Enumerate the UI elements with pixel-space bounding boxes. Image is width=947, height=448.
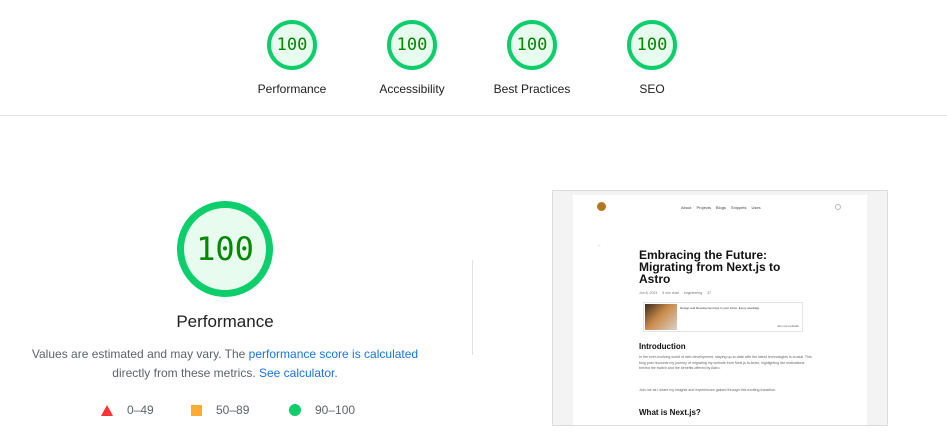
gauge-label: SEO [639,82,665,96]
avatar [597,202,606,211]
gauge-ring: 100 [387,20,437,70]
legend-fail: 0–49 [101,403,154,417]
meta-views: 37 [707,291,712,295]
performance-score-gauge: 100 [177,201,273,297]
gauge-ring: 100 [627,20,677,70]
final-screenshot[interactable]: About Projects Blogs Snippets Uses ← Emb… [552,190,888,426]
category-summary-bar: 100 Performance 100 Accessibility 100 Be… [0,0,947,116]
article-meta: Jun 8, 2023 5 min read engineering 37 [639,291,711,295]
desc-text: Values are estimated and may vary. The [31,347,249,361]
gauge-score: 100 [516,35,548,55]
meta-read-time: 5 min read [662,291,679,295]
legend-pass-label: 90–100 [315,403,356,417]
desc-text: . [334,366,338,380]
gauge-score: 100 [636,35,668,55]
nav-item: Snippets [730,205,747,210]
gauge-score: 100 [276,35,308,55]
intro-paragraph: In the ever-evolving world of web develo… [639,355,812,371]
gauge-score: 100 [396,35,428,55]
nav-item: Uses [751,205,761,210]
gauge-seo[interactable]: 100 SEO [592,20,712,96]
gauge-performance[interactable]: 100 Performance [232,20,352,96]
intro-heading: Introduction [639,342,686,351]
performance-description: Values are estimated and may vary. The p… [20,345,430,383]
see-calculator-link[interactable]: See calculator [259,366,334,380]
gauge-accessibility[interactable]: 100 Accessibility [352,20,472,96]
screenshot-page: About Projects Blogs Snippets Uses ← Emb… [573,195,867,425]
nav-item: Projects [696,205,711,210]
gauge-label: Accessibility [379,82,445,96]
section-divider [472,260,473,355]
meta-date: Jun 8, 2023 [639,291,658,295]
performance-score: 100 [196,230,254,268]
article-title: Embracing the Future: Migrating from Nex… [639,248,781,286]
settings-icon [835,204,841,210]
legend-average-label: 50–89 [216,403,250,417]
nav-item: About [681,205,692,210]
fail-triangle-icon [101,404,113,416]
gauge-best-practices[interactable]: 100 Best Practices [472,20,592,96]
legend-pass: 90–100 [289,403,355,417]
gauge-ring: 100 [507,20,557,70]
score-calculated-link[interactable]: performance score is calculated [249,347,418,361]
newsletter-card: Design and Development tips in your inbo… [643,302,803,332]
screenshot-nav: About Projects Blogs Snippets Uses [681,205,761,210]
intro-paragraph: Join me as I share my insights and exper… [639,388,777,392]
average-square-icon [191,404,202,416]
legend-fail-label: 0–49 [127,403,154,417]
nav-item: Blogs [715,205,726,210]
legend-average: 50–89 [191,403,249,417]
card-link: Join our network [776,324,799,328]
pass-circle-icon [289,404,301,416]
card-text: Design and Development tips in your inbo… [680,306,760,310]
gauge-label: Best Practices [493,82,571,96]
next-heading: What is Next.js? [639,408,701,417]
gauge-label: Performance [257,82,327,96]
performance-title: Performance [176,312,274,331]
meta-tag: engineering [683,291,703,295]
back-arrow-icon: ← [597,242,602,248]
card-image [645,304,677,330]
gauge-ring: 100 [267,20,317,70]
desc-text: directly from these metrics. [112,366,259,380]
